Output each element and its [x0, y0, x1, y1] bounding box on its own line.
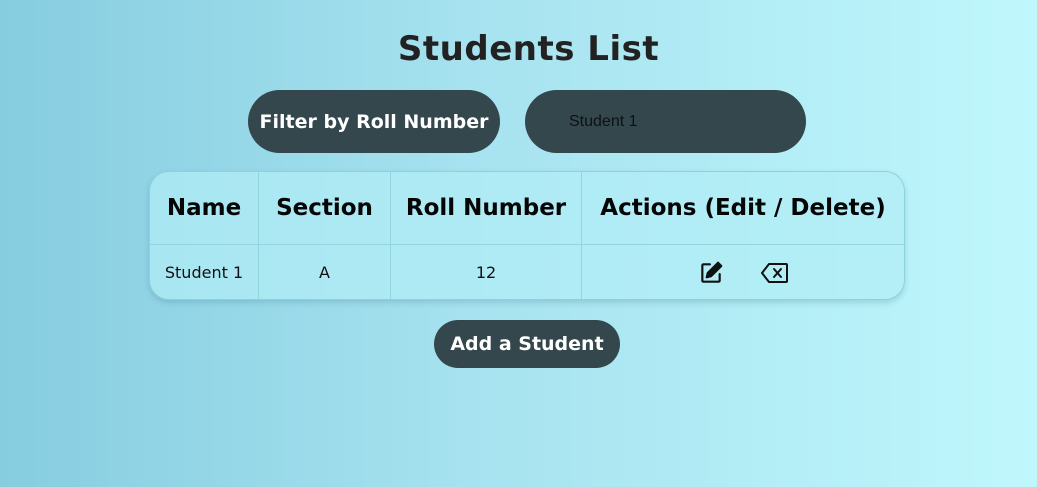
cell-name: Student 1 — [150, 244, 259, 299]
header-actions: Actions (Edit / Delete) — [581, 172, 904, 245]
row-actions — [582, 245, 904, 299]
cell-roll-number: 12 — [390, 244, 582, 299]
edit-icon[interactable] — [697, 259, 725, 287]
header-section: Section — [258, 172, 391, 245]
filter-input[interactable] — [525, 90, 806, 153]
cell-actions — [582, 245, 905, 300]
table-header-row: Name Section Roll Number Actions (Edit /… — [150, 172, 904, 245]
backspace-delete-icon[interactable] — [761, 259, 789, 287]
filter-by-roll-number-button[interactable]: Filter by Roll Number — [248, 90, 500, 153]
students-table: Name Section Roll Number Actions (Edit /… — [150, 172, 905, 300]
header-roll-number: Roll Number — [390, 172, 582, 245]
header-name: Name — [150, 172, 259, 245]
cell-section: A — [258, 244, 391, 299]
filter-button-label: Filter by Roll Number — [259, 110, 489, 133]
page-title: Students List — [397, 28, 660, 69]
add-student-label: Add a Student — [450, 333, 604, 355]
add-student-button[interactable]: Add a Student — [434, 320, 620, 368]
students-table-container: Name Section Roll Number Actions (Edit /… — [149, 171, 905, 300]
table-row: Student 1 A 12 — [150, 244, 905, 300]
